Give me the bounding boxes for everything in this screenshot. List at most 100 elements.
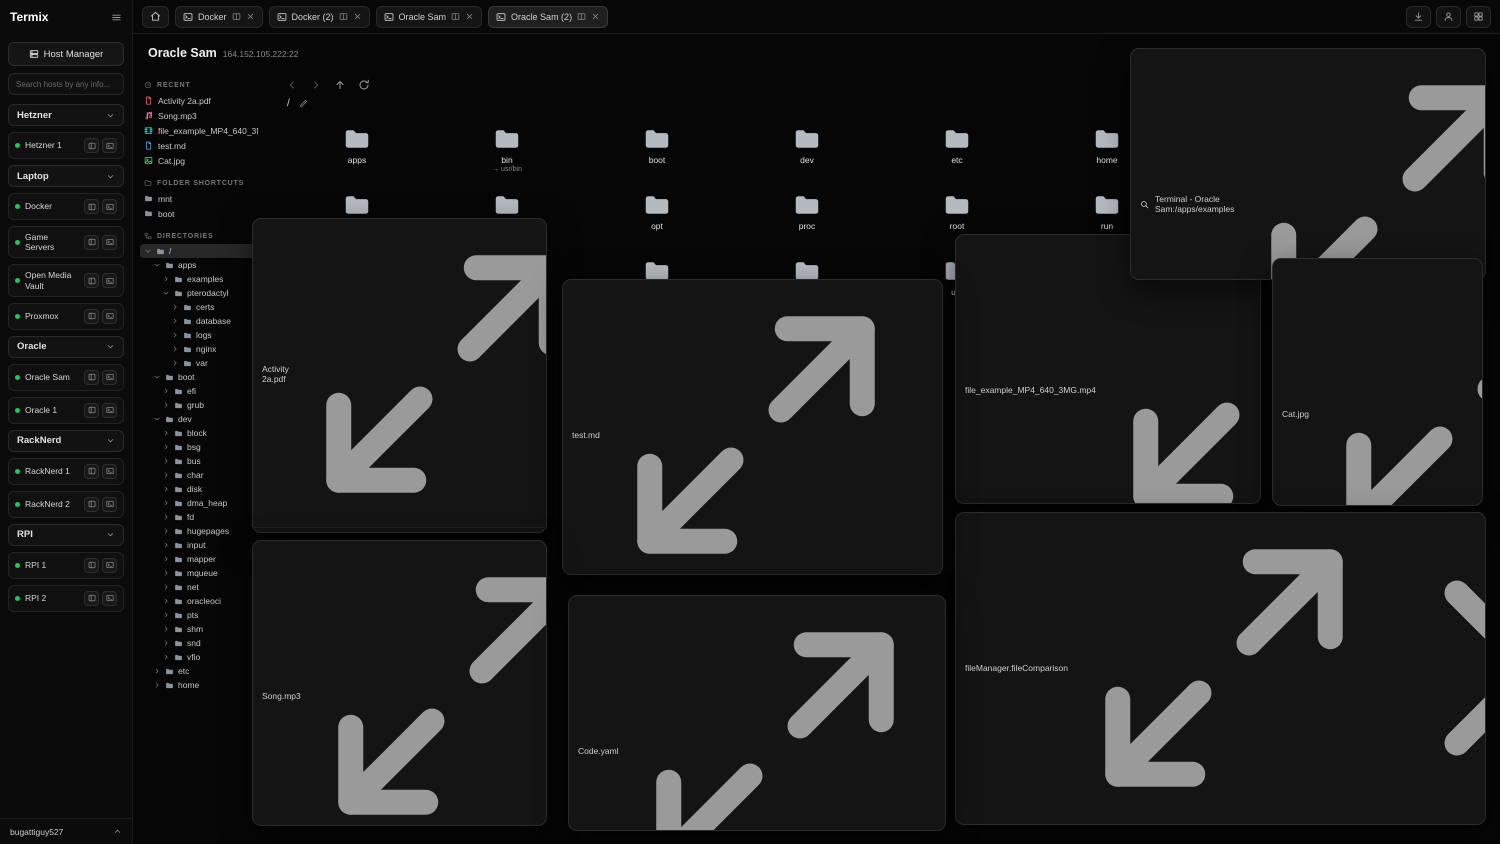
expand-icon[interactable] (1315, 264, 1483, 506)
group-oracle[interactable]: Oracle (8, 336, 124, 358)
group-hetzner[interactable]: Hetzner (8, 104, 124, 126)
tree-item-[interactable]: / (140, 244, 258, 258)
split-icon[interactable] (339, 12, 348, 21)
folder-etc[interactable]: etc (882, 118, 1032, 182)
tree-item-block[interactable]: block (140, 426, 258, 440)
apps-grid-button[interactable] (1466, 6, 1491, 28)
tree-item-shm[interactable]: shm (140, 622, 258, 636)
diff-titlebar[interactable]: fileManager.fileComparison (956, 513, 1485, 821)
host-search-input[interactable] (8, 73, 124, 95)
expand-icon[interactable] (625, 601, 925, 831)
tree-item-bus[interactable]: bus (140, 454, 258, 468)
tree-item-pts[interactable]: pts (140, 608, 258, 622)
terminal-button[interactable] (102, 273, 117, 288)
recent-item-cat-jpg[interactable]: Cat.jpg (140, 153, 258, 168)
host-oracle-sam[interactable]: Oracle Sam (8, 364, 124, 391)
tree-item-dma-heap[interactable]: dma_heap (140, 496, 258, 510)
terminal-button[interactable] (102, 558, 117, 573)
up-directory-button[interactable] (334, 79, 346, 91)
expand-icon[interactable] (1074, 518, 1374, 818)
tree-item-apps[interactable]: apps (140, 258, 258, 272)
host-rpi-2[interactable]: RPI 2 (8, 585, 124, 612)
forward-button[interactable] (310, 79, 322, 91)
expand-icon[interactable] (295, 224, 547, 524)
terminal-button[interactable] (102, 591, 117, 606)
tree-item-dev[interactable]: dev (140, 412, 258, 426)
file-manager-button[interactable] (84, 273, 99, 288)
tree-item-input[interactable]: input (140, 538, 258, 552)
shortcut-mnt[interactable]: mnt (140, 191, 258, 206)
terminal-button[interactable] (102, 464, 117, 479)
folder-proc[interactable]: proc (732, 184, 882, 248)
tab-docker[interactable]: Docker (175, 6, 263, 28)
tree-item-oracleoci[interactable]: oracleoci (140, 594, 258, 608)
group-rpi[interactable]: RPI (8, 524, 124, 546)
tab-oracle-sam[interactable]: Oracle Sam (376, 6, 483, 28)
tree-item-mqueue[interactable]: mqueue (140, 566, 258, 580)
host-hetzner-1[interactable]: Hetzner 1 (8, 132, 124, 159)
file-manager-button[interactable] (84, 497, 99, 512)
file-manager-button[interactable] (84, 199, 99, 214)
file-manager-button[interactable] (84, 235, 99, 250)
host-open-media-vault[interactable]: Open Media Vault (8, 264, 124, 296)
file-manager-button[interactable] (84, 370, 99, 385)
shortcut-boot[interactable]: boot (140, 206, 258, 221)
split-icon[interactable] (577, 12, 586, 21)
tree-item-nginx[interactable]: nginx (140, 342, 258, 356)
tree-item-net[interactable]: net (140, 580, 258, 594)
terminal-button[interactable] (102, 403, 117, 418)
recent-item-test-md[interactable]: test.md (140, 138, 258, 153)
tree-item-hugepages[interactable]: hugepages (140, 524, 258, 538)
tree-item-certs[interactable]: certs (140, 300, 258, 314)
image-titlebar[interactable]: Cat.jpg (1273, 259, 1482, 506)
terminal-button[interactable] (102, 138, 117, 153)
tree-item-efi[interactable]: efi (140, 384, 258, 398)
tree-item-var[interactable]: var (140, 356, 258, 370)
updates-button[interactable] (1406, 6, 1431, 28)
tree-item-char[interactable]: char (140, 468, 258, 482)
file-manager-button[interactable] (84, 309, 99, 324)
host-racknerd-1[interactable]: RackNerd 1 (8, 458, 124, 485)
tab-oracle-sam-2[interactable]: Oracle Sam (2) (488, 6, 608, 28)
tree-item-boot[interactable]: boot (140, 370, 258, 384)
expand-icon[interactable] (1240, 54, 1486, 280)
recent-item-file-example-mp4-640-3mg[interactable]: file_example_MP4_640_3MG... (140, 123, 258, 138)
markdown-titlebar[interactable]: test.md (563, 280, 942, 575)
back-button[interactable] (286, 79, 298, 91)
tree-item-logs[interactable]: logs (140, 328, 258, 342)
terminal-titlebar[interactable]: Terminal - Oracle Sam:/apps/examples (1131, 49, 1485, 280)
user-row[interactable]: bugattiguy527 (0, 818, 132, 844)
host-oracle-1[interactable]: Oracle 1 (8, 397, 124, 424)
recent-item-song-mp3[interactable]: Song.mp3 (140, 108, 258, 123)
host-racknerd-2[interactable]: RackNerd 2 (8, 491, 124, 518)
expand-icon[interactable] (307, 546, 547, 826)
expand-icon[interactable] (606, 285, 906, 575)
split-icon[interactable] (451, 12, 460, 21)
edit-path-button[interactable] (299, 99, 308, 108)
tree-item-examples[interactable]: examples (140, 272, 258, 286)
audio-titlebar[interactable]: Song.mp3 (253, 541, 546, 826)
file-manager-button[interactable] (84, 558, 99, 573)
close-icon[interactable] (914, 285, 943, 575)
close-icon[interactable] (1382, 518, 1486, 818)
host-manager-button[interactable]: Host Manager (8, 42, 124, 66)
tree-item-grub[interactable]: grub (140, 398, 258, 412)
terminal-button[interactable] (102, 235, 117, 250)
tree-item-disk[interactable]: disk (140, 482, 258, 496)
tree-item-home[interactable]: home (140, 678, 258, 692)
host-docker[interactable]: Docker (8, 193, 124, 220)
tree-item-database[interactable]: database (140, 314, 258, 328)
code-titlebar[interactable]: Code.yaml (569, 596, 945, 831)
group-racknerd[interactable]: RackNerd (8, 430, 124, 452)
split-icon[interactable] (232, 12, 241, 21)
group-laptop[interactable]: Laptop (8, 165, 124, 187)
pdf-titlebar[interactable]: Activity 2a.pdf (253, 219, 546, 527)
terminal-button[interactable] (102, 497, 117, 512)
close-icon[interactable] (246, 12, 255, 21)
tree-item-snd[interactable]: snd (140, 636, 258, 650)
tree-item-pterodactyl[interactable]: pterodactyl (140, 286, 258, 300)
file-manager-button[interactable] (84, 464, 99, 479)
close-icon[interactable] (465, 12, 474, 21)
host-rpi-1[interactable]: RPI 1 (8, 552, 124, 579)
terminal-button[interactable] (102, 199, 117, 214)
